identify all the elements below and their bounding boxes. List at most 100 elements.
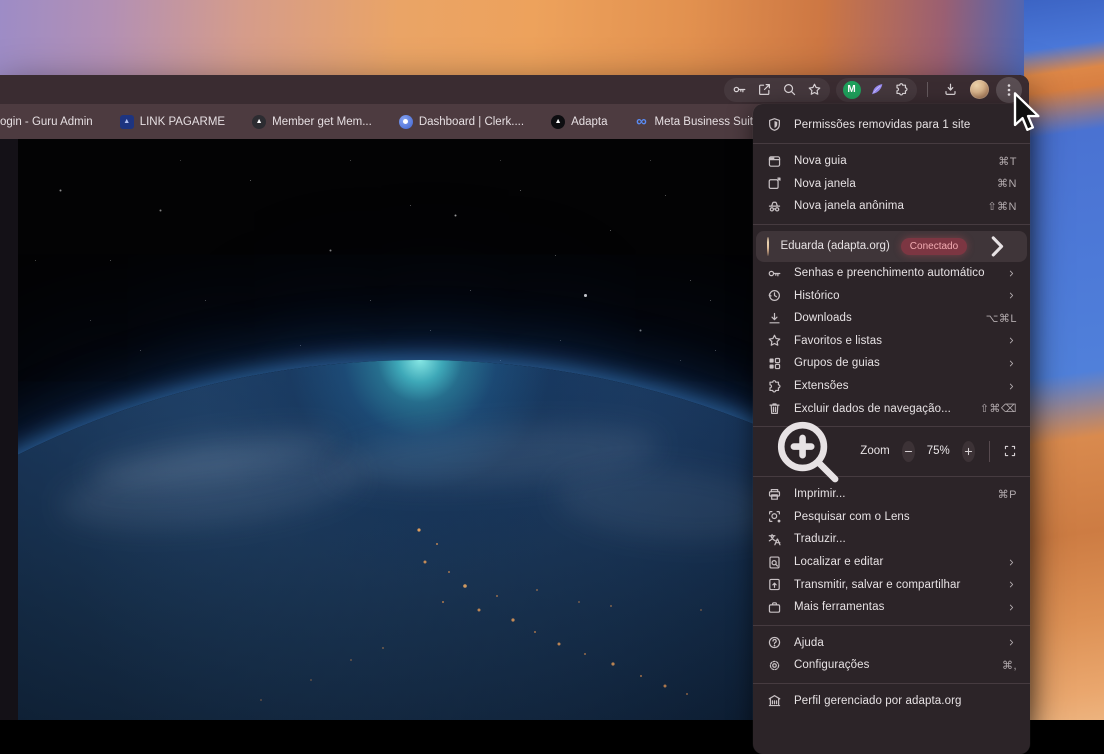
new-window-icon <box>767 176 782 191</box>
feather-extension-icon <box>869 82 884 97</box>
menu-item-traduzir[interactable]: Traduzir... <box>753 528 1030 551</box>
magnifier-button[interactable] <box>777 78 802 102</box>
menu-item-permissoes-removidas-para[interactable]: Permissões removidas para 1 site <box>753 112 1030 137</box>
shield-icon <box>767 117 782 132</box>
menu-item-perfil-gerenciado-por[interactable]: Perfil gerenciado por adapta.org <box>753 690 1030 713</box>
window-left-strip <box>0 139 18 720</box>
tools-icon <box>767 600 782 615</box>
translate-icon <box>767 532 782 547</box>
download-tray-icon <box>943 82 958 97</box>
menu-item-shortcut: ⌘T <box>998 155 1017 168</box>
monday-extension-button[interactable]: M <box>839 78 864 102</box>
zoom-in-icon <box>767 411 848 492</box>
menu-separator <box>753 224 1030 225</box>
zoom-label: Zoom <box>860 445 889 457</box>
menu-item-shortcut: ⌘, <box>1002 659 1017 672</box>
menu-item-shortcut: ⇧⌘⌫ <box>980 402 1017 415</box>
member-favicon: ▲ <box>252 115 266 129</box>
star-button[interactable] <box>802 78 827 102</box>
bookmark-label: Member get Mem... <box>272 116 372 128</box>
toolbar-pill-left <box>724 78 830 102</box>
chevron-right-icon <box>1006 335 1017 346</box>
chevron-right-icon <box>1006 637 1017 648</box>
profile-avatar-button[interactable] <box>967 78 992 102</box>
menu-item-favoritos-e-listas[interactable]: Favoritos e listas <box>753 330 1030 353</box>
fullscreen-icon <box>1003 444 1017 458</box>
chrome-menu: Permissões removidas para 1 site Nova gui… <box>753 104 1030 754</box>
menu-item-label: Permissões removidas para 1 site <box>794 119 1017 131</box>
bookmark-ogin-guru-admin[interactable]: ogin - Guru Admin <box>0 116 93 128</box>
puzzle-icon <box>894 82 909 97</box>
menu-item-ajuda[interactable]: Ajuda <box>753 632 1030 655</box>
menu-item-pesquisar-com-o[interactable]: Pesquisar com o Lens <box>753 506 1030 529</box>
profile-avatar <box>970 80 989 99</box>
menu-item-grupos-de-guias[interactable]: Grupos de guias <box>753 352 1030 375</box>
zoom-in-button[interactable] <box>962 441 975 462</box>
pagarme-favicon: ▲ <box>120 115 134 129</box>
menu-item-label: Traduzir... <box>794 533 1017 545</box>
magnifier-icon <box>782 82 797 97</box>
toolbar-separator <box>927 82 928 97</box>
connected-badge: Conectado <box>901 238 967 255</box>
menu-item-label: Histórico <box>794 290 994 302</box>
menu-item-label: Localizar e editar <box>794 556 994 568</box>
bookmark-label: Adapta <box>571 116 607 128</box>
puzzle-button[interactable] <box>889 78 914 102</box>
menu-item-downloads[interactable]: Downloads⌥⌘L <box>753 307 1030 330</box>
bookmark-member-get-mem[interactable]: ▲ Member get Mem... <box>252 115 372 129</box>
menu-item-nova-janela-anonima[interactable]: Nova janela anônima⇧⌘N <box>753 195 1030 218</box>
menu-separator <box>753 143 1030 144</box>
bookmark-label: Meta Business Suite <box>655 116 760 128</box>
menu-item-localizar-e-editar[interactable]: Localizar e editar <box>753 551 1030 574</box>
monday-extension-icon: M <box>843 81 861 99</box>
mouse-cursor <box>1009 92 1043 141</box>
menu-item-transmitir-salvar-e[interactable]: Transmitir, salvar e compartilhar <box>753 573 1030 596</box>
incognito-icon <box>767 199 782 214</box>
adapta-favicon: ▲ <box>551 115 565 129</box>
chevron-right-icon <box>1006 268 1017 279</box>
bookmark-meta-business-suite[interactable]: ∞ Meta Business Suite <box>635 115 760 129</box>
menu-item-extensoes[interactable]: Extensões <box>753 375 1030 398</box>
bookmark-adapta[interactable]: ▲ Adapta <box>551 115 607 129</box>
menu-separator <box>753 683 1030 684</box>
key-button[interactable] <box>727 78 752 102</box>
clerk-favicon <box>399 115 413 129</box>
bookmark-dashboard-clerk[interactable]: Dashboard | Clerk.... <box>399 115 524 129</box>
menu-item-label: Senhas e preenchimento automático <box>794 267 994 279</box>
key-icon <box>767 266 782 281</box>
settings-icon <box>767 658 782 673</box>
open-in-new-button[interactable] <box>752 78 777 102</box>
feather-extension-button[interactable] <box>864 78 889 102</box>
menu-item-shortcut: ⇧⌘N <box>987 200 1017 213</box>
meta-favicon: ∞ <box>635 115 649 129</box>
find-icon <box>767 555 782 570</box>
minus-icon <box>902 445 915 458</box>
menu-item-label: Downloads <box>794 312 974 324</box>
menu-item-label: Mais ferramentas <box>794 601 994 613</box>
zoom-out-button[interactable] <box>902 441 915 462</box>
downloads-button[interactable] <box>938 78 963 102</box>
menu-separator <box>753 625 1030 626</box>
bookmark-label: ogin - Guru Admin <box>0 116 93 128</box>
menu-item-label: Ajuda <box>794 637 994 649</box>
menu-item-historico[interactable]: Histórico <box>753 284 1030 307</box>
chevron-right-icon <box>1006 579 1017 590</box>
fullscreen-button[interactable] <box>1003 439 1017 463</box>
chevron-right-icon <box>1006 602 1017 613</box>
menu-item-profile[interactable]: Eduarda (adapta.org) Conectado <box>756 231 1027 262</box>
bookmark-link-pagarme[interactable]: ▲LINK PAGARME <box>120 115 225 129</box>
chevron-right-icon <box>1006 290 1017 301</box>
menu-item-label: Grupos de guias <box>794 357 994 369</box>
browser-toolbar: M <box>0 75 1029 104</box>
menu-item-nova-guia[interactable]: Nova guia⌘T <box>753 150 1030 173</box>
chevron-right-icon <box>1006 381 1017 392</box>
print-icon <box>767 487 782 502</box>
menu-item-configuracoes[interactable]: Configurações ⌘, <box>753 654 1030 677</box>
tab-groups-icon <box>767 356 782 371</box>
menu-item-mais-ferramentas[interactable]: Mais ferramentas <box>753 596 1030 619</box>
profile-name: Eduarda (adapta.org) <box>780 240 889 252</box>
menu-item-label: Configurações <box>794 659 990 671</box>
bookmark-label: Dashboard | Clerk.... <box>419 116 524 128</box>
menu-item-nova-janela[interactable]: Nova janela⌘N <box>753 173 1030 196</box>
menu-item-shortcut: ⌘N <box>997 177 1017 190</box>
